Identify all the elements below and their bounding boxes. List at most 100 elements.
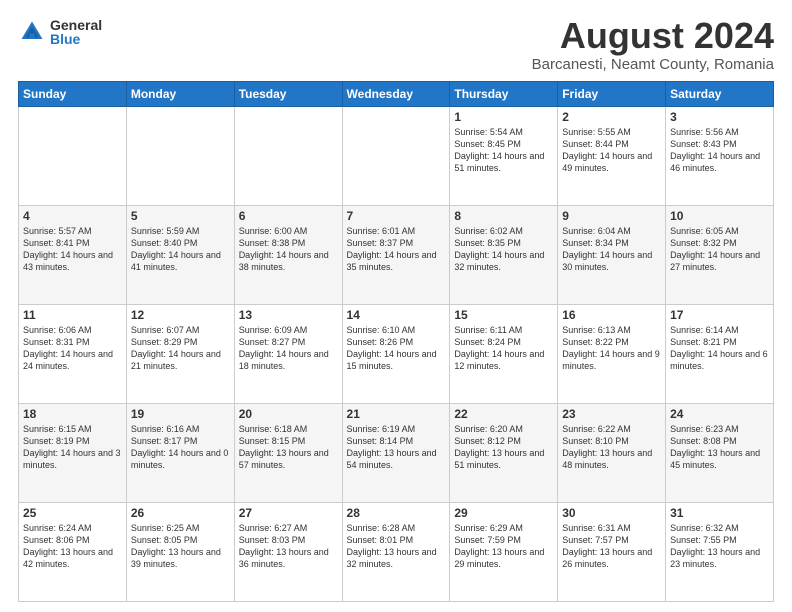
calendar-cell: 26Sunrise: 6:25 AM Sunset: 8:05 PM Dayli… <box>126 503 234 602</box>
day-info: Sunrise: 5:57 AM Sunset: 8:41 PM Dayligh… <box>23 225 122 274</box>
day-info: Sunrise: 5:55 AM Sunset: 8:44 PM Dayligh… <box>562 126 661 175</box>
calendar-cell: 20Sunrise: 6:18 AM Sunset: 8:15 PM Dayli… <box>234 404 342 503</box>
day-info: Sunrise: 6:25 AM Sunset: 8:05 PM Dayligh… <box>131 522 230 571</box>
day-info: Sunrise: 6:02 AM Sunset: 8:35 PM Dayligh… <box>454 225 553 274</box>
calendar-cell: 24Sunrise: 6:23 AM Sunset: 8:08 PM Dayli… <box>666 404 774 503</box>
calendar-cell: 13Sunrise: 6:09 AM Sunset: 8:27 PM Dayli… <box>234 305 342 404</box>
calendar-cell: 9 Sunrise: 6:04 AM Sunset: 8:34 PM Daylig… <box>558 206 666 305</box>
day-number: 17 <box>670 308 769 322</box>
col-tuesday: Tuesday <box>234 82 342 107</box>
day-info: Sunrise: 5:59 AM Sunset: 8:40 PM Dayligh… <box>131 225 230 274</box>
day-number: 11 <box>23 308 122 322</box>
day-info: Sunrise: 6:28 AM Sunset: 8:01 PM Dayligh… <box>347 522 446 571</box>
day-info: Sunrise: 6:31 AM Sunset: 7:57 PM Dayligh… <box>562 522 661 571</box>
day-number: 15 <box>454 308 553 322</box>
day-number: 9 <box>562 209 661 223</box>
day-info: Sunrise: 6:24 AM Sunset: 8:06 PM Dayligh… <box>23 522 122 571</box>
calendar-cell: 6 Sunrise: 6:00 AM Sunset: 8:38 PM Daylig… <box>234 206 342 305</box>
day-number: 18 <box>23 407 122 421</box>
logo: General Blue <box>18 18 102 46</box>
day-number: 3 <box>670 110 769 124</box>
calendar-cell: 7 Sunrise: 6:01 AM Sunset: 8:37 PM Daylig… <box>342 206 450 305</box>
day-number: 16 <box>562 308 661 322</box>
calendar-cell: 21 Sunrise: 6:19 AM Sunset: 8:14 PM Dayli… <box>342 404 450 503</box>
col-monday: Monday <box>126 82 234 107</box>
day-number: 13 <box>239 308 338 322</box>
day-info: Sunrise: 6:00 AM Sunset: 8:38 PM Dayligh… <box>239 225 338 274</box>
calendar-week-2: 4 Sunrise: 5:57 AM Sunset: 8:41 PM Daylig… <box>19 206 774 305</box>
day-info: Sunrise: 6:05 AM Sunset: 8:32 PM Dayligh… <box>670 225 769 274</box>
day-info: Sunrise: 6:32 AM Sunset: 7:55 PM Dayligh… <box>670 522 769 571</box>
day-info: Sunrise: 6:19 AM Sunset: 8:14 PM Dayligh… <box>347 423 446 472</box>
day-number: 4 <box>23 209 122 223</box>
location-title: Barcanesti, Neamt County, Romania <box>532 56 774 73</box>
day-info: Sunrise: 5:56 AM Sunset: 8:43 PM Dayligh… <box>670 126 769 175</box>
calendar-cell: 2 Sunrise: 5:55 AM Sunset: 8:44 PM Daylig… <box>558 107 666 206</box>
calendar-cell <box>126 107 234 206</box>
day-info: Sunrise: 6:29 AM Sunset: 7:59 PM Dayligh… <box>454 522 553 571</box>
day-number: 27 <box>239 506 338 520</box>
logo-blue-text: Blue <box>50 32 102 46</box>
page: General Blue August 2024 Barcanesti, Nea… <box>0 0 792 612</box>
calendar-cell: 5 Sunrise: 5:59 AM Sunset: 8:40 PM Daylig… <box>126 206 234 305</box>
day-number: 19 <box>131 407 230 421</box>
calendar-cell: 14 Sunrise: 6:10 AM Sunset: 8:26 PM Dayli… <box>342 305 450 404</box>
day-number: 20 <box>239 407 338 421</box>
calendar-cell: 27 Sunrise: 6:27 AM Sunset: 8:03 PM Dayli… <box>234 503 342 602</box>
calendar-cell <box>19 107 127 206</box>
calendar-cell: 25 Sunrise: 6:24 AM Sunset: 8:06 PM Dayli… <box>19 503 127 602</box>
day-info: Sunrise: 6:07 AM Sunset: 8:29 PM Dayligh… <box>131 324 230 373</box>
calendar-cell: 10Sunrise: 6:05 AM Sunset: 8:32 PM Dayli… <box>666 206 774 305</box>
calendar-cell: 29Sunrise: 6:29 AM Sunset: 7:59 PM Dayli… <box>450 503 558 602</box>
day-number: 14 <box>347 308 446 322</box>
day-info: Sunrise: 6:23 AM Sunset: 8:08 PM Dayligh… <box>670 423 769 472</box>
day-info: Sunrise: 5:54 AM Sunset: 8:45 PM Dayligh… <box>454 126 553 175</box>
calendar-cell: 15 Sunrise: 6:11 AM Sunset: 8:24 PM Dayli… <box>450 305 558 404</box>
calendar-week-1: 1 Sunrise: 5:54 AM Sunset: 8:45 PM Daylig… <box>19 107 774 206</box>
calendar-cell: 31 Sunrise: 6:32 AM Sunset: 7:55 PM Dayli… <box>666 503 774 602</box>
day-number: 1 <box>454 110 553 124</box>
calendar-cell: 22Sunrise: 6:20 AM Sunset: 8:12 PM Dayli… <box>450 404 558 503</box>
col-friday: Friday <box>558 82 666 107</box>
calendar-cell: 1 Sunrise: 5:54 AM Sunset: 8:45 PM Daylig… <box>450 107 558 206</box>
col-wednesday: Wednesday <box>342 82 450 107</box>
calendar-cell: 18 Sunrise: 6:15 AM Sunset: 8:19 PM Dayli… <box>19 404 127 503</box>
title-section: August 2024 Barcanesti, Neamt County, Ro… <box>532 18 774 73</box>
col-saturday: Saturday <box>666 82 774 107</box>
day-info: Sunrise: 6:15 AM Sunset: 8:19 PM Dayligh… <box>23 423 122 472</box>
calendar-week-4: 18 Sunrise: 6:15 AM Sunset: 8:19 PM Dayli… <box>19 404 774 503</box>
logo-icon <box>18 18 46 46</box>
day-number: 28 <box>347 506 446 520</box>
day-number: 5 <box>131 209 230 223</box>
day-info: Sunrise: 6:01 AM Sunset: 8:37 PM Dayligh… <box>347 225 446 274</box>
day-info: Sunrise: 6:04 AM Sunset: 8:34 PM Dayligh… <box>562 225 661 274</box>
logo-text: General Blue <box>50 18 102 46</box>
calendar-cell: 17 Sunrise: 6:14 AM Sunset: 8:21 PM Dayli… <box>666 305 774 404</box>
calendar-cell <box>342 107 450 206</box>
day-number: 21 <box>347 407 446 421</box>
calendar-cell: 3 Sunrise: 5:56 AM Sunset: 8:43 PM Daylig… <box>666 107 774 206</box>
calendar-week-3: 11Sunrise: 6:06 AM Sunset: 8:31 PM Dayli… <box>19 305 774 404</box>
day-info: Sunrise: 6:11 AM Sunset: 8:24 PM Dayligh… <box>454 324 553 373</box>
day-info: Sunrise: 6:14 AM Sunset: 8:21 PM Dayligh… <box>670 324 769 373</box>
day-number: 7 <box>347 209 446 223</box>
day-number: 6 <box>239 209 338 223</box>
calendar-cell: 11Sunrise: 6:06 AM Sunset: 8:31 PM Dayli… <box>19 305 127 404</box>
month-title: August 2024 <box>532 18 774 54</box>
day-number: 30 <box>562 506 661 520</box>
col-sunday: Sunday <box>19 82 127 107</box>
day-number: 23 <box>562 407 661 421</box>
day-info: Sunrise: 6:27 AM Sunset: 8:03 PM Dayligh… <box>239 522 338 571</box>
day-number: 2 <box>562 110 661 124</box>
calendar-cell: 4 Sunrise: 5:57 AM Sunset: 8:41 PM Daylig… <box>19 206 127 305</box>
day-info: Sunrise: 6:13 AM Sunset: 8:22 PM Dayligh… <box>562 324 661 373</box>
day-number: 12 <box>131 308 230 322</box>
day-info: Sunrise: 6:10 AM Sunset: 8:26 PM Dayligh… <box>347 324 446 373</box>
day-info: Sunrise: 6:22 AM Sunset: 8:10 PM Dayligh… <box>562 423 661 472</box>
calendar-cell: 19Sunrise: 6:16 AM Sunset: 8:17 PM Dayli… <box>126 404 234 503</box>
day-number: 25 <box>23 506 122 520</box>
day-number: 31 <box>670 506 769 520</box>
calendar-cell: 8Sunrise: 6:02 AM Sunset: 8:35 PM Daylig… <box>450 206 558 305</box>
calendar-cell: 28 Sunrise: 6:28 AM Sunset: 8:01 PM Dayli… <box>342 503 450 602</box>
header: General Blue August 2024 Barcanesti, Nea… <box>18 18 774 73</box>
